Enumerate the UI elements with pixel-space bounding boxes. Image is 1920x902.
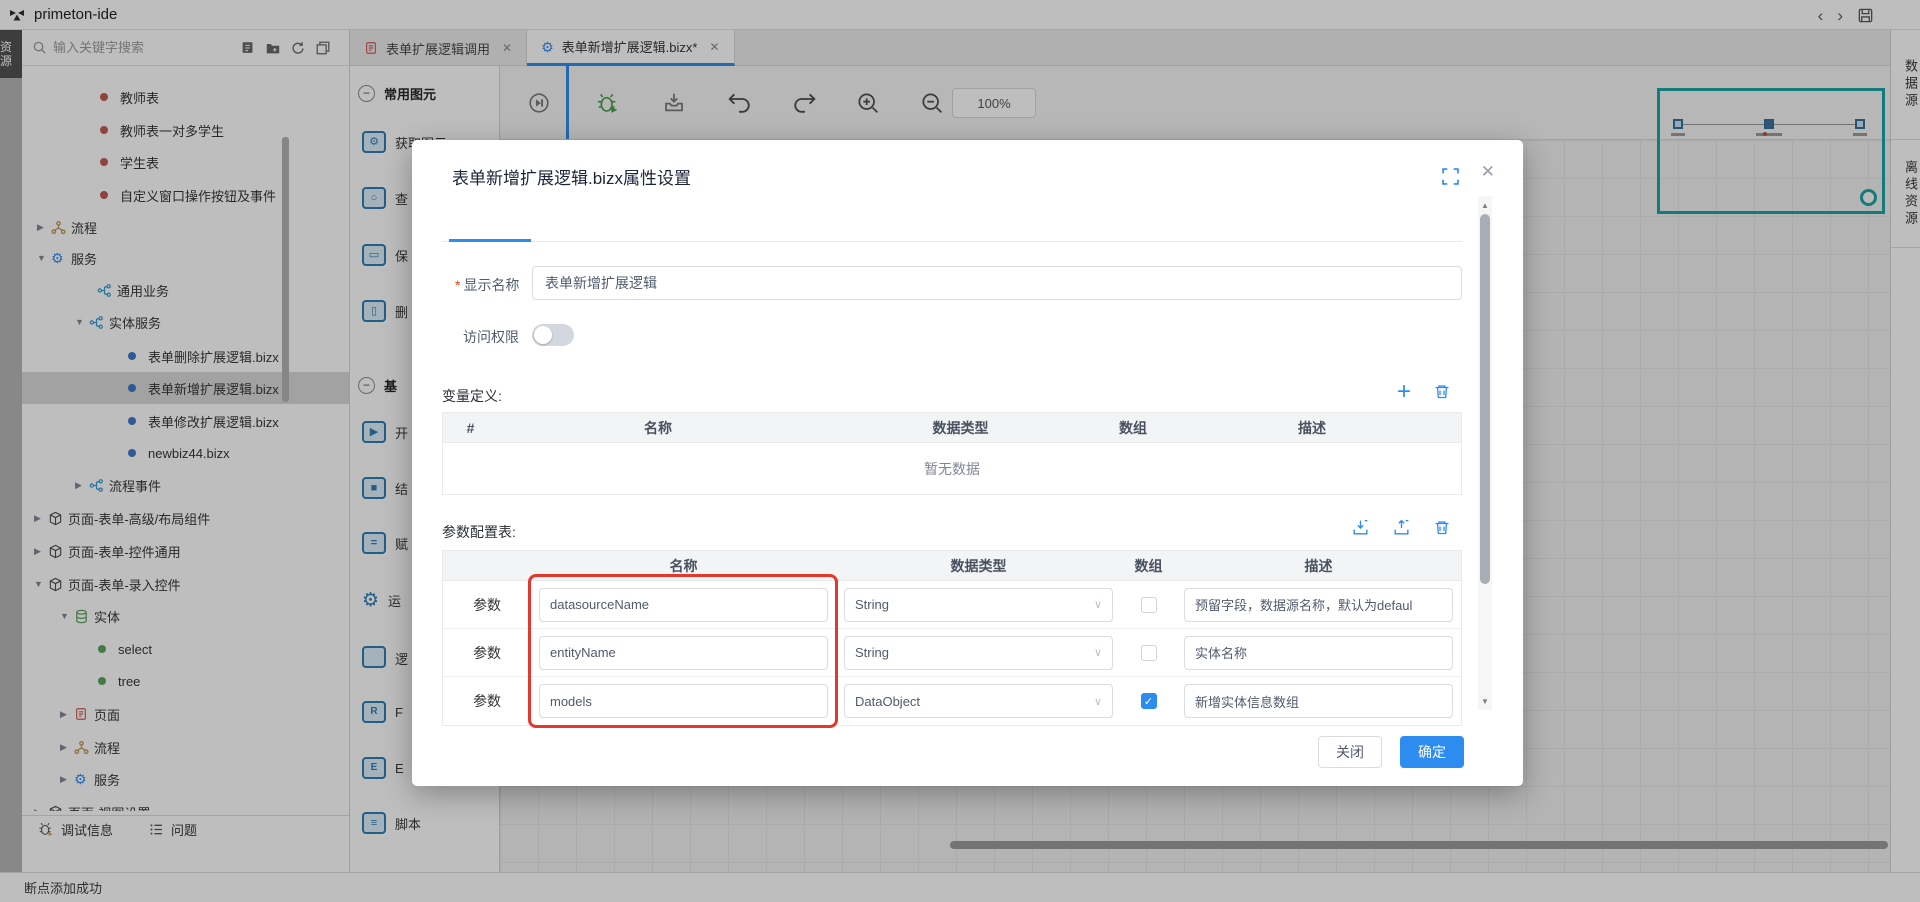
display-name-label: *显示名称 [455,275,519,295]
param-table-header: 名称 数据类型 数组 描述 [443,551,1461,581]
col-empty [443,551,531,580]
param-row: 参数 datasourceName String∨ 预留字段，数据源名称，默认为… [443,581,1461,629]
col-desc: 描述 [1176,551,1461,580]
close-icon[interactable]: ✕ [1481,162,1495,182]
display-name-input[interactable] [532,266,1462,300]
param-array-checkbox[interactable] [1141,693,1157,709]
param-array-checkbox[interactable] [1141,645,1157,661]
fullscreen-icon[interactable] [1442,168,1459,185]
properties-dialog: 表单新增扩展逻辑.bizx属性设置 ✕ *显示名称 访问权限 变量定义: + #… [412,140,1523,786]
param-type-select[interactable]: String∨ [844,588,1113,622]
dialog-scrollbar[interactable]: ▲ ▼ [1478,196,1492,710]
param-desc-input[interactable]: 实体名称 [1184,636,1453,670]
param-name-input[interactable]: datasourceName [539,588,828,622]
param-desc-input[interactable]: 预留字段，数据源名称，默认为defaul [1184,588,1453,622]
delete-params-icon[interactable] [1433,519,1451,537]
col-name: 名称 [531,551,836,580]
param-table: 名称 数据类型 数组 描述 参数 datasourceName String∨ … [442,550,1462,726]
empty-data-text: 暂无数据 [443,443,1461,495]
chevron-down-icon: ∨ [1094,598,1102,611]
delete-variable-icon[interactable] [1433,383,1451,401]
chevron-down-icon: ∨ [1094,695,1102,708]
param-name-input[interactable]: models [539,684,828,718]
required-asterisk: * [455,277,460,293]
access-label: 访问权限 [463,327,519,347]
close-button[interactable]: 关闭 [1318,736,1382,768]
toggle-knob [534,326,552,344]
col-array: 数组 [1103,413,1163,442]
param-row: 参数 entityName String∨ 实体名称 [443,629,1461,677]
param-desc-input[interactable]: 新增实体信息数组 [1184,684,1453,718]
col-type: 数据类型 [818,413,1103,442]
param-kind-label: 参数 [473,643,501,663]
variable-table-header: # 名称 数据类型 数组 描述 [443,413,1461,443]
param-name-input[interactable]: entityName [539,636,828,670]
param-kind-label: 参数 [473,691,501,711]
col-desc: 描述 [1163,413,1461,442]
import-params-icon[interactable] [1351,518,1370,537]
export-params-icon[interactable] [1392,518,1411,537]
param-table-label: 参数配置表: [442,522,516,542]
variable-table: # 名称 数据类型 数组 描述 暂无数据 [442,412,1462,495]
param-array-checkbox[interactable] [1141,597,1157,613]
param-type-select[interactable]: String∨ [844,636,1113,670]
col-type: 数据类型 [836,551,1121,580]
param-table-body: 参数 datasourceName String∨ 预留字段，数据源名称，默认为… [443,581,1461,725]
col-index: # [443,413,498,442]
dialog-active-tab-indicator [449,239,531,242]
param-kind-label: 参数 [473,595,501,615]
variable-def-label: 变量定义: [442,386,502,406]
col-name: 名称 [498,413,818,442]
scroll-up-icon[interactable]: ▲ [1478,198,1492,212]
add-variable-icon[interactable]: + [1397,380,1411,404]
confirm-button[interactable]: 确定 [1400,736,1464,768]
col-array: 数组 [1121,551,1176,580]
dialog-title: 表单新增扩展逻辑.bizx属性设置 [452,164,691,189]
scrollbar-thumb[interactable] [1480,214,1490,584]
dialog-tab-divider [442,241,1462,242]
param-type-select[interactable]: DataObject∨ [844,684,1113,718]
param-row: 参数 models DataObject∨ 新增实体信息数组 [443,677,1461,725]
access-toggle[interactable] [532,324,574,346]
scroll-down-icon[interactable]: ▼ [1478,694,1492,708]
application-window: primeton-ide ‹ › 资源 [0,0,1920,902]
chevron-down-icon: ∨ [1094,646,1102,659]
